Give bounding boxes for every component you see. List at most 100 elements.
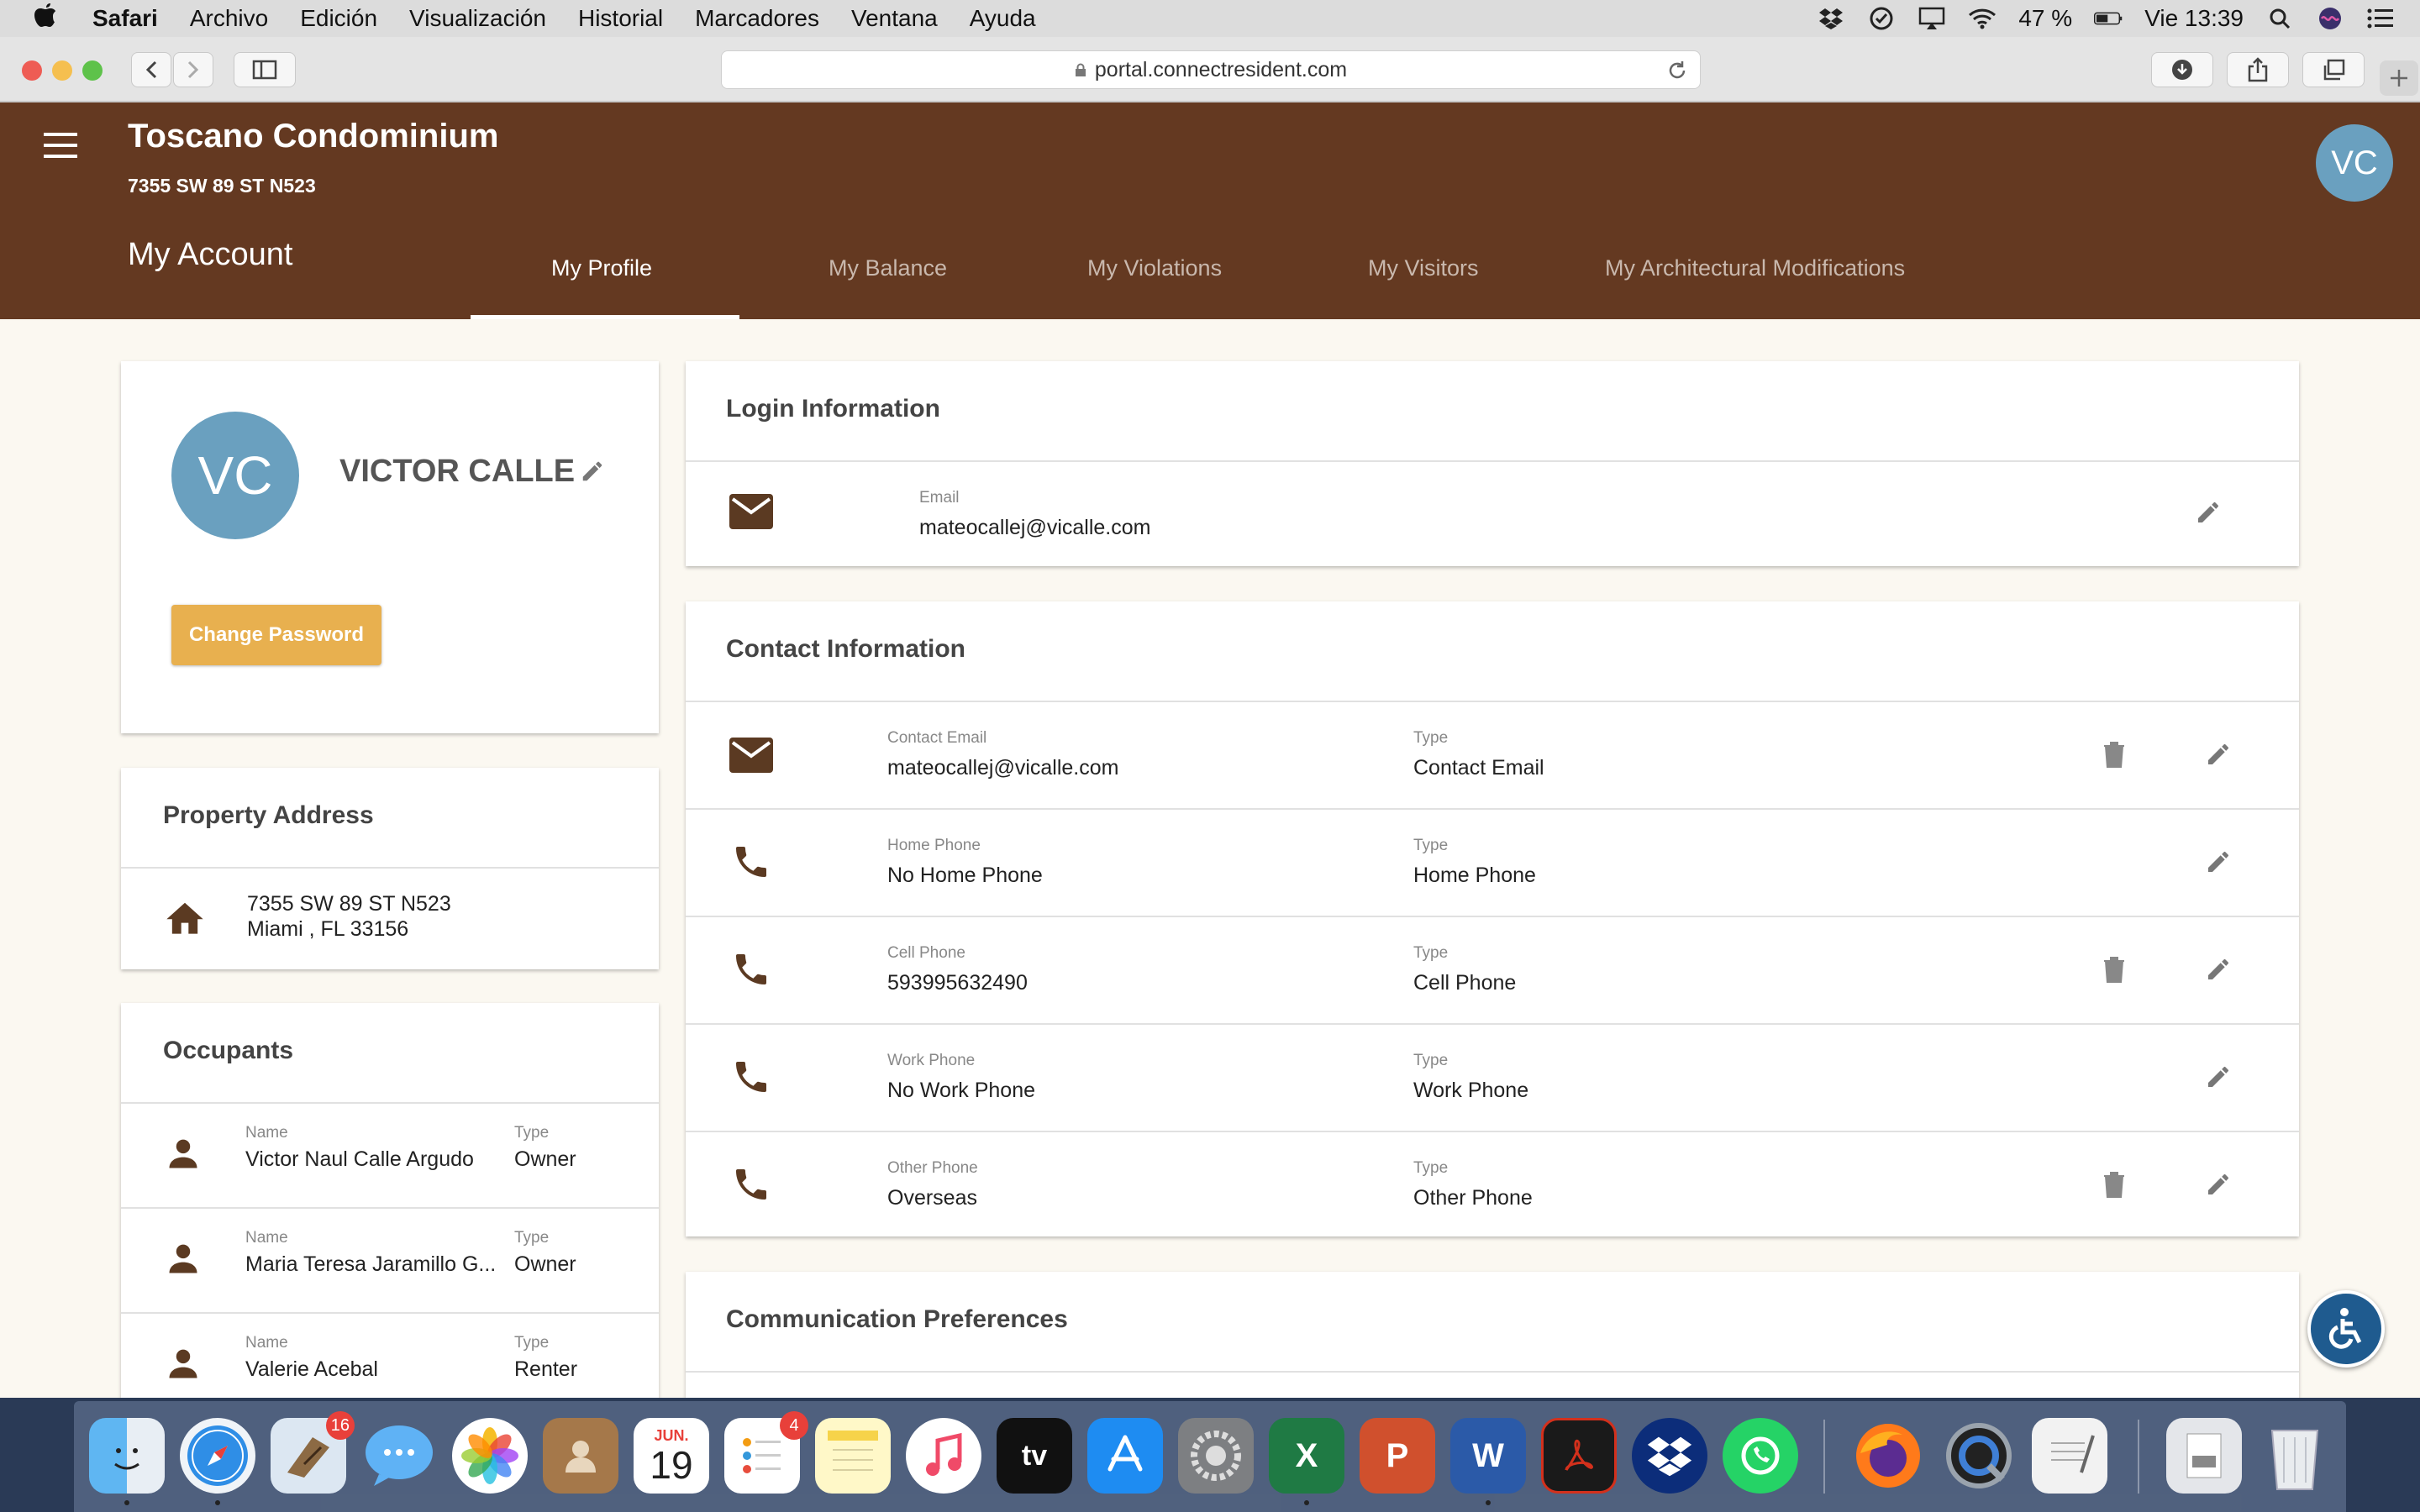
contact-type-label: Type (1413, 1052, 1449, 1069)
contact-row-work-phone: Work Phone No Work Phone Type Work Phone (686, 1025, 2299, 1131)
edit-pencil-icon[interactable] (2205, 848, 2232, 875)
powerpoint-icon[interactable]: P (1360, 1418, 1435, 1494)
acrobat-icon[interactable] (1541, 1418, 1617, 1494)
contact-type-label: Type (1413, 837, 1449, 854)
menu-edicion[interactable]: Edición (300, 5, 377, 32)
occupant-row[interactable]: Name Valerie Acebal Type Renter (121, 1314, 659, 1398)
section-title: My Account (128, 237, 293, 272)
menu-visualizacion[interactable]: Visualización (409, 5, 546, 32)
menu-archivo[interactable]: Archivo (190, 5, 268, 32)
word-icon[interactable]: W (1450, 1418, 1526, 1494)
tab-my-balance[interactable]: My Balance (739, 244, 1000, 319)
whatsapp-icon[interactable] (1723, 1418, 1798, 1494)
dropbox-icon[interactable] (1632, 1418, 1707, 1494)
phone-icon (736, 847, 766, 877)
mail-icon[interactable]: 16 (271, 1411, 355, 1494)
occupants-title: Occupants (163, 1037, 294, 1064)
textedit-icon[interactable] (2032, 1418, 2107, 1494)
app-header: Toscano Condominium 7355 SW 89 ST N523 M… (0, 102, 2420, 319)
active-tab-indicator (471, 315, 739, 319)
minimize-window-button[interactable] (52, 60, 72, 81)
occupant-name: Maria Teresa Jaramillo G... (245, 1252, 497, 1276)
delete-trash-icon[interactable] (2102, 1171, 2126, 1198)
downloads-stack-icon[interactable] (2166, 1418, 2242, 1494)
accessibility-button[interactable] (2307, 1290, 2385, 1368)
system-preferences-icon[interactable] (1178, 1418, 1254, 1494)
menubar-clock: Vie 13:39 (2144, 5, 2244, 31)
property-line-1: 7355 SW 89 ST N523 (247, 892, 451, 916)
quicktime-icon[interactable] (1941, 1418, 2017, 1494)
forward-button[interactable] (173, 52, 213, 87)
contact-type-label: Type (1413, 729, 1449, 747)
calendar-icon[interactable]: JUN. 19 (634, 1418, 709, 1494)
zoom-window-button[interactable] (82, 60, 103, 81)
delete-trash-icon[interactable] (2102, 741, 2126, 768)
edit-pencil-icon[interactable] (2205, 1063, 2232, 1090)
account-tabs: My Profile My Balance My Violations My V… (471, 244, 1975, 319)
safari-icon[interactable] (180, 1418, 255, 1494)
hamburger-menu-icon[interactable] (44, 133, 77, 165)
close-window-button[interactable] (22, 60, 42, 81)
trash-icon[interactable] (2257, 1418, 2333, 1494)
tab-my-visitors[interactable]: My Visitors (1277, 244, 1521, 319)
edit-pencil-icon[interactable] (2205, 1171, 2232, 1198)
back-button[interactable] (131, 52, 171, 87)
apple-menu-icon[interactable] (34, 2, 67, 35)
photos-icon[interactable] (452, 1418, 528, 1494)
occupant-name-label: Name (245, 1124, 288, 1142)
app-store-icon[interactable] (1087, 1418, 1163, 1494)
delete-trash-icon[interactable] (2102, 956, 2126, 983)
occupant-type: Owner (514, 1252, 576, 1276)
reload-icon[interactable] (1666, 60, 1688, 81)
tab-my-violations[interactable]: My Violations (1000, 244, 1277, 319)
menu-marcadores[interactable]: Marcadores (695, 5, 819, 32)
finder-icon[interactable] (89, 1418, 165, 1494)
address-bar[interactable]: portal.connectresident.com (721, 50, 1701, 89)
occupant-row[interactable]: Name Victor Naul Calle Argudo Type Owner (121, 1104, 659, 1208)
contact-row-cell-phone: Cell Phone 593995632490 Type Cell Phone (686, 917, 2299, 1023)
contact-type-label: Type (1413, 1159, 1449, 1177)
airplay-icon[interactable] (1918, 6, 1946, 31)
excel-icon[interactable]: X (1269, 1418, 1344, 1494)
sync-check-icon[interactable] (1867, 6, 1896, 31)
apple-tv-icon[interactable]: tv (997, 1418, 1072, 1494)
wifi-icon[interactable] (1968, 6, 1996, 31)
tab-my-architectural-modifications[interactable]: My Architectural Modifications (1521, 244, 1975, 319)
battery-icon[interactable] (2094, 6, 2123, 31)
reminders-icon[interactable]: 4 (724, 1411, 808, 1494)
tab-my-profile[interactable]: My Profile (471, 244, 739, 319)
menu-ayuda[interactable]: Ayuda (970, 5, 1036, 32)
spotlight-search-icon[interactable] (2265, 6, 2294, 31)
occupant-row[interactable]: Name Maria Teresa Jaramillo G... Type Ow… (121, 1209, 659, 1313)
tab-label: My Violations (1087, 255, 1223, 281)
profile-card: VC VICTOR CALLE Change Password (121, 361, 659, 733)
notes-icon[interactable] (815, 1418, 891, 1494)
contacts-icon[interactable] (543, 1418, 618, 1494)
dropbox-status-icon[interactable] (1817, 6, 1845, 31)
firefox-icon[interactable] (1850, 1418, 1926, 1494)
edit-pencil-icon[interactable] (2205, 741, 2232, 768)
change-password-button[interactable]: Change Password (171, 605, 381, 665)
menu-historial[interactable]: Historial (578, 5, 663, 32)
edit-name-pencil-icon[interactable] (580, 459, 605, 484)
menu-app-safari[interactable]: Safari (92, 5, 158, 32)
edit-pencil-icon[interactable] (2205, 956, 2232, 983)
contact-field-label: Work Phone (887, 1052, 976, 1069)
edit-login-pencil-icon[interactable] (2195, 499, 2222, 526)
music-icon[interactable] (906, 1418, 981, 1494)
occupant-type: Owner (514, 1147, 576, 1171)
calendar-month: JUN. (654, 1426, 689, 1444)
phone-icon (736, 1169, 766, 1200)
new-tab-button[interactable] (2380, 60, 2418, 96)
share-button[interactable] (2227, 52, 2289, 87)
user-avatar[interactable]: VC (2316, 124, 2393, 202)
siri-icon[interactable] (2316, 6, 2344, 31)
url-text: portal.connectresident.com (1094, 57, 1348, 81)
contact-information-card: Contact Information Contact Email mateoc… (686, 601, 2299, 1236)
messages-icon[interactable] (361, 1418, 437, 1494)
show-tabs-button[interactable] (2302, 52, 2365, 87)
downloads-button[interactable] (2151, 52, 2213, 87)
notification-center-icon[interactable] (2366, 6, 2395, 31)
menu-ventana[interactable]: Ventana (851, 5, 938, 32)
sidebar-toggle-button[interactable] (234, 52, 296, 87)
